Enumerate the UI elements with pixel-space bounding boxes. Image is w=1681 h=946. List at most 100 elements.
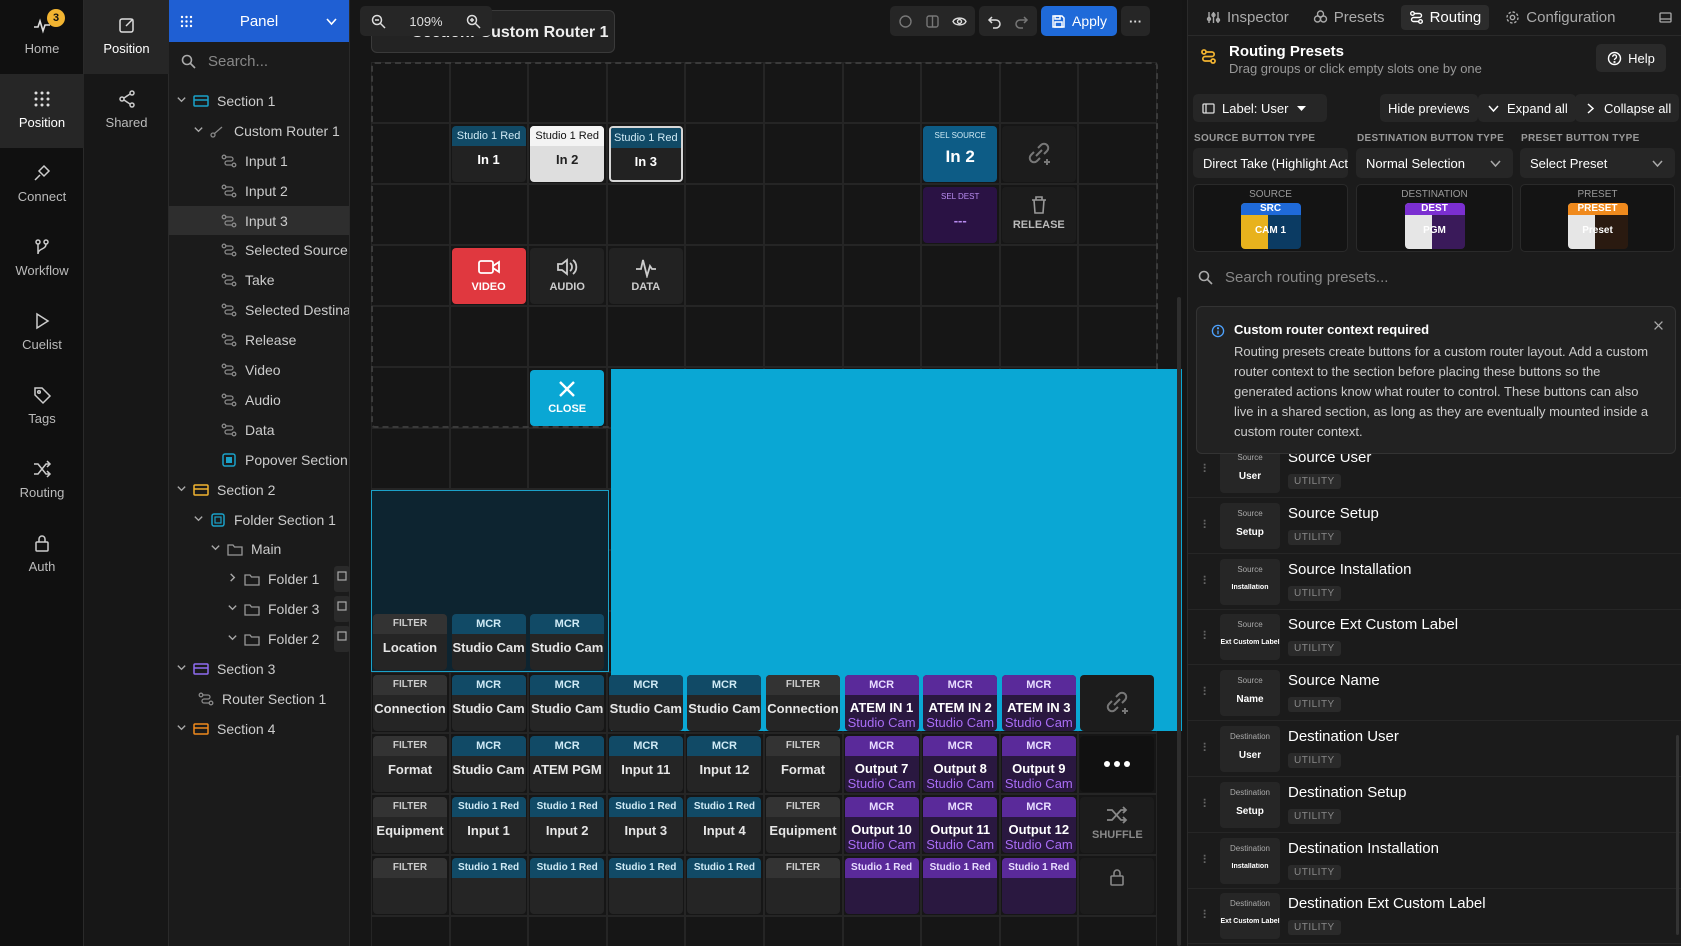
tree-item[interactable]: Main (169, 535, 349, 565)
tree-item[interactable]: Data (169, 415, 349, 445)
grid-button[interactable]: Studio 1 Red (608, 858, 683, 914)
chevron-down-icon[interactable] (192, 513, 204, 527)
destination-type-select[interactable]: Normal Selection (1356, 148, 1513, 178)
preset-search-input[interactable]: Search routing presets... (1198, 262, 1672, 292)
tab-presets[interactable]: Presets (1305, 5, 1393, 30)
circle-toggle-icon[interactable] (898, 14, 913, 29)
grid-slot[interactable] (528, 916, 607, 946)
tree-item[interactable]: Video (169, 355, 349, 385)
tree-search[interactable]: Search... (169, 42, 349, 80)
zoom-out-icon[interactable] (371, 14, 386, 29)
grid-slot[interactable] (606, 916, 686, 946)
grid-slot[interactable] (842, 916, 922, 946)
grid-slot[interactable] (528, 428, 607, 489)
label-select[interactable]: Label: User (1193, 94, 1327, 122)
chevron-down-icon[interactable] (226, 602, 238, 616)
grid-button[interactable]: MCR Input 12 (687, 736, 762, 792)
tree-item[interactable]: Folder 3 (169, 594, 349, 624)
grid-button[interactable]: Studio 1 Red Input 4 (687, 797, 762, 853)
grid-button[interactable]: MCR ATEM IN 3 Studio Cam (1001, 675, 1076, 731)
shuffle-button[interactable]: SHUFFLE (1080, 797, 1155, 853)
subnav-shared[interactable]: Shared (84, 74, 169, 148)
chevron-down-icon[interactable] (175, 94, 187, 108)
drag-handle-icon[interactable]: ⠇ (1202, 853, 1211, 867)
nav-tags[interactable]: Tags (0, 370, 84, 444)
nav-home[interactable]: 3 Home (0, 0, 84, 74)
drag-handle-icon[interactable]: ⠇ (1202, 629, 1211, 643)
tree-item[interactable]: Section 2 (169, 475, 349, 505)
tree-item[interactable]: Input 1 (169, 146, 349, 176)
expand-all-button[interactable]: Expand all (1478, 94, 1576, 122)
grid-button[interactable]: MCR Output 12 Studio Cam (1001, 797, 1076, 853)
right-panel-scrollbar[interactable] (1676, 735, 1679, 935)
close-icon[interactable] (1652, 319, 1665, 332)
grid-button[interactable]: Studio 1 Red (923, 858, 998, 914)
source-type-select[interactable]: Direct Take (Highlight Active) (1193, 148, 1348, 178)
grid-button[interactable]: MCR Studio Cam (451, 614, 526, 670)
chevron-down-icon[interactable] (226, 632, 238, 646)
zoom-in-icon[interactable] (466, 14, 481, 29)
grid-button[interactable]: MCR Output 10 Studio Cam (844, 797, 919, 853)
hide-previews-button[interactable]: Hide previews (1380, 94, 1478, 122)
grid-button[interactable]: FILTER Connection (373, 675, 447, 731)
grid-button[interactable]: FILTER Equipment (766, 797, 840, 853)
chevron-down-icon[interactable] (209, 542, 221, 556)
preset-item[interactable]: ⠇ Source Name Source Name UTILITY (1188, 665, 1681, 722)
tree-item[interactable]: Folder 1 (169, 564, 349, 594)
help-button[interactable]: Help (1596, 44, 1666, 72)
grid-button[interactable]: MCR Output 8 Studio Cam (923, 736, 998, 792)
grid-button[interactable]: Studio 1 Red (451, 858, 526, 914)
grid-button[interactable]: Studio 1 Red (530, 858, 605, 914)
grid-button[interactable]: FILTER Location (373, 614, 447, 670)
drag-handle-icon[interactable]: ⠇ (1202, 574, 1211, 588)
grid-button[interactable]: Studio 1 Red (1001, 858, 1076, 914)
level-button-data[interactable]: DATA (608, 248, 683, 304)
grid-slot[interactable] (999, 916, 1079, 946)
grid-button[interactable]: MCR Studio Cam (530, 675, 605, 731)
apply-button[interactable]: Apply (1041, 6, 1118, 36)
preset-item[interactable]: ⠇ Destination Ext Custom Label Destination … (1188, 888, 1681, 945)
grid-slot[interactable] (764, 916, 843, 946)
chevron-down-icon[interactable] (175, 662, 187, 676)
grid-button[interactable]: MCR Input 11 (608, 736, 683, 792)
nav-cuelist[interactable]: Cuelist (0, 296, 84, 370)
grid-button[interactable]: MCR Studio Cam (451, 675, 526, 731)
grid-button[interactable]: MCR Output 11 Studio Cam (923, 797, 998, 853)
chevron-down-icon[interactable] (175, 483, 187, 497)
tree-item[interactable]: Release (169, 325, 349, 355)
tree-item[interactable]: Section 3 (169, 654, 349, 684)
tree-item[interactable]: Input 3 (169, 205, 349, 236)
drag-handle-icon[interactable]: ⠇ (1202, 462, 1211, 476)
grid-button[interactable]: FILTER Connection (766, 675, 840, 731)
tree-item[interactable]: Selected Destination (169, 295, 349, 325)
redo-icon[interactable] (1014, 14, 1029, 29)
tab-routing[interactable]: Routing (1400, 5, 1490, 30)
preset-item[interactable]: ⠇ Destination Installation Destination Inst… (1188, 833, 1681, 889)
release-button[interactable]: RELEASE (1001, 187, 1076, 243)
tree-item[interactable]: Popover Section (169, 445, 349, 475)
grid-button[interactable]: MCR Studio Cam (687, 675, 762, 731)
grid-button[interactable]: MCR Output 9 Studio Cam (1001, 736, 1076, 792)
nav-connect[interactable]: Connect (0, 148, 84, 222)
grid-button[interactable]: MCR Studio Cam (608, 675, 683, 731)
nav-auth[interactable]: Auth (0, 518, 84, 592)
chevron-down-icon[interactable] (175, 722, 187, 736)
nav-position[interactable]: Position (0, 74, 84, 148)
grid-slot[interactable] (921, 916, 1000, 946)
preset-type-select[interactable]: Select Preset (1520, 148, 1675, 178)
grid-button[interactable]: MCR Studio Cam (451, 736, 526, 792)
preset-item[interactable]: ⠇ Source Setup Source Setup UTILITY (1188, 498, 1681, 554)
tree-item[interactable]: Section 4 (169, 714, 349, 744)
grid-button[interactable]: Studio 1 Red (844, 858, 919, 914)
tree-item[interactable]: Custom Router 1 (169, 116, 349, 146)
level-button-video[interactable]: VIDEO (451, 248, 526, 304)
tree-item[interactable]: Folder 2 (169, 624, 349, 654)
chevron-right-icon[interactable] (226, 572, 238, 586)
preset-item[interactable]: ⠇ Source Installation Source Installation UT… (1188, 554, 1681, 610)
canvas-scrollbar[interactable] (1177, 297, 1181, 946)
undo-icon[interactable] (987, 14, 1002, 29)
router-input-button[interactable]: Studio 1 Red In 3 (608, 126, 683, 182)
grid-slot[interactable] (449, 428, 529, 489)
grid-button[interactable]: MCR ATEM PGM (530, 736, 605, 792)
grid-button[interactable]: FILTER Format (766, 736, 840, 792)
